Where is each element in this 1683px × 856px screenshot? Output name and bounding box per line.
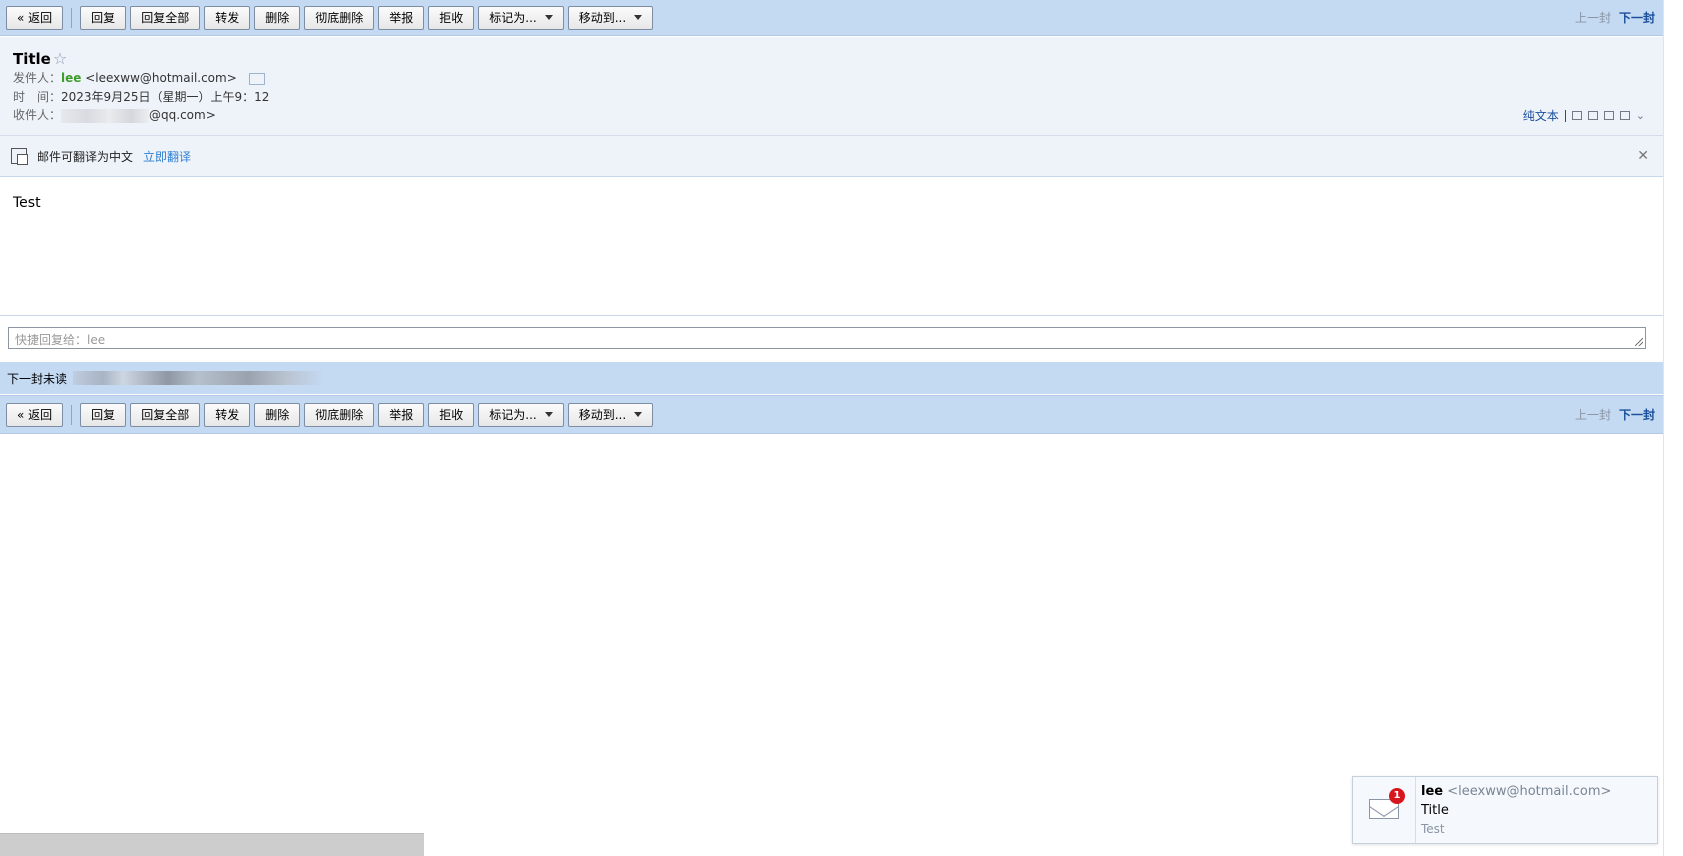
new-window-icon[interactable] <box>1571 111 1582 120</box>
quick-reply-input[interactable]: 快捷回复给：lee <box>8 327 1646 349</box>
reply-button[interactable]: 回复 <box>80 5 127 30</box>
mail-body: Test <box>13 195 41 211</box>
report-button[interactable]: 举报 <box>378 402 425 427</box>
vertical-scrollbar-edge <box>1663 0 1664 856</box>
toolbar-separator <box>71 404 73 425</box>
notification-subject: Title <box>1421 803 1449 818</box>
reply-all-button[interactable]: 回复全部 <box>130 5 201 30</box>
move-to-dropdown[interactable]: 移动到... <box>567 5 654 30</box>
notification-sender-name: lee <box>1421 784 1444 799</box>
horizontal-scrollbar[interactable] <box>0 833 424 856</box>
mark-as-dropdown[interactable]: 标记为... <box>478 5 564 30</box>
plain-text-link[interactable]: 纯文本 <box>1523 107 1559 124</box>
delete-button[interactable]: 删除 <box>254 5 301 30</box>
mail-header: Title ☆ 发件人：lee <leexww@hotmail.com> 时 间：… <box>0 37 1663 136</box>
move-to-dropdown[interactable]: 移动到... <box>567 402 654 427</box>
contact-card-icon[interactable] <box>248 72 265 85</box>
prev-mail-link[interactable]: 上一封 <box>1575 406 1611 423</box>
reject-button[interactable]: 拒收 <box>428 402 475 427</box>
report-button[interactable]: 举报 <box>378 5 425 30</box>
bottom-toolbar: « 返回 回复 回复全部 转发 删除 彻底删除 举报 拒收 标记为... 移动到… <box>0 395 1663 434</box>
star-icon[interactable]: ☆ <box>53 49 67 68</box>
translate-message: 邮件可翻译为中文 <box>37 149 134 164</box>
sender-email: <leexww@hotmail.com> <box>85 71 237 85</box>
print-icon[interactable] <box>1619 111 1630 120</box>
mark-as-dropdown[interactable]: 标记为... <box>478 402 564 427</box>
next-unread-label: 下一封未读 <box>7 371 68 386</box>
back-button[interactable]: « 返回 <box>6 5 64 30</box>
prev-mail-link[interactable]: 上一封 <box>1575 9 1611 26</box>
redacted-recipient <box>61 108 150 123</box>
mail-subject: Title ☆ <box>13 49 67 68</box>
notification-sender-email: <leexww@hotmail.com> <box>1447 784 1612 799</box>
quick-reply-placeholder: 快捷回复给：lee <box>15 333 106 347</box>
save-icon[interactable] <box>1603 111 1614 120</box>
time-label: 时 间： <box>13 90 62 104</box>
forward-button[interactable]: 转发 <box>204 402 251 427</box>
notification-preview: Test <box>1421 822 1445 836</box>
new-mail-notification[interactable]: 1 lee <leexww@hotmail.com> Title Test <box>1352 776 1658 844</box>
close-icon[interactable]: ✕ <box>1637 148 1649 164</box>
delete-permanent-button[interactable]: 彻底删除 <box>304 5 375 30</box>
time-value: 2023年9月25日（星期一）上午9：12 <box>61 90 270 104</box>
notification-sender: lee <leexww@hotmail.com> <box>1421 784 1611 799</box>
subject-text: Title <box>13 50 51 68</box>
delete-permanent-button[interactable]: 彻底删除 <box>304 402 375 427</box>
from-row: 发件人：lee <leexww@hotmail.com> <box>13 69 265 86</box>
chevron-down-icon[interactable]: ⌄ <box>1636 109 1645 122</box>
notification-icon-area: 1 <box>1353 777 1416 843</box>
back-button[interactable]: « 返回 <box>6 402 64 427</box>
header-tools: 纯文本 ⌄ <box>1523 107 1645 124</box>
redacted-next-subject <box>73 371 324 385</box>
body-divider <box>0 315 1663 316</box>
resize-handle-icon[interactable] <box>1635 338 1643 346</box>
top-toolbar: « 返回 回复 回复全部 转发 删除 彻底删除 举报 拒收 标记为... 移动到… <box>0 0 1663 36</box>
zoom-icon[interactable] <box>1587 111 1598 120</box>
next-mail-link[interactable]: 下一封 <box>1619 9 1655 26</box>
next-unread-bar[interactable]: 下一封未读 <box>0 362 1663 394</box>
reject-button[interactable]: 拒收 <box>428 5 475 30</box>
from-label: 发件人： <box>13 71 62 85</box>
pager: 上一封 下一封 <box>1575 406 1655 423</box>
time-row: 时 间：2023年9月25日（星期一）上午9：12 <box>13 88 269 105</box>
translate-bar: 邮件可翻译为中文 立即翻译 ✕ <box>0 136 1663 177</box>
reply-button[interactable]: 回复 <box>80 402 127 427</box>
to-row: 收件人： @qq.com> <box>13 106 216 123</box>
to-label: 收件人： <box>13 108 62 122</box>
unread-count-badge: 1 <box>1389 788 1405 804</box>
pager: 上一封 下一封 <box>1575 9 1655 26</box>
toolbar-separator <box>71 7 73 28</box>
forward-button[interactable]: 转发 <box>204 5 251 30</box>
sender-name[interactable]: lee <box>61 71 81 85</box>
translate-now-link[interactable]: 立即翻译 <box>143 148 191 165</box>
recipient-email-suffix: @qq.com> <box>149 108 216 122</box>
next-mail-link[interactable]: 下一封 <box>1619 406 1655 423</box>
tools-divider <box>1564 109 1566 122</box>
translate-icon <box>11 148 28 165</box>
delete-button[interactable]: 删除 <box>254 402 301 427</box>
reply-all-button[interactable]: 回复全部 <box>130 402 201 427</box>
